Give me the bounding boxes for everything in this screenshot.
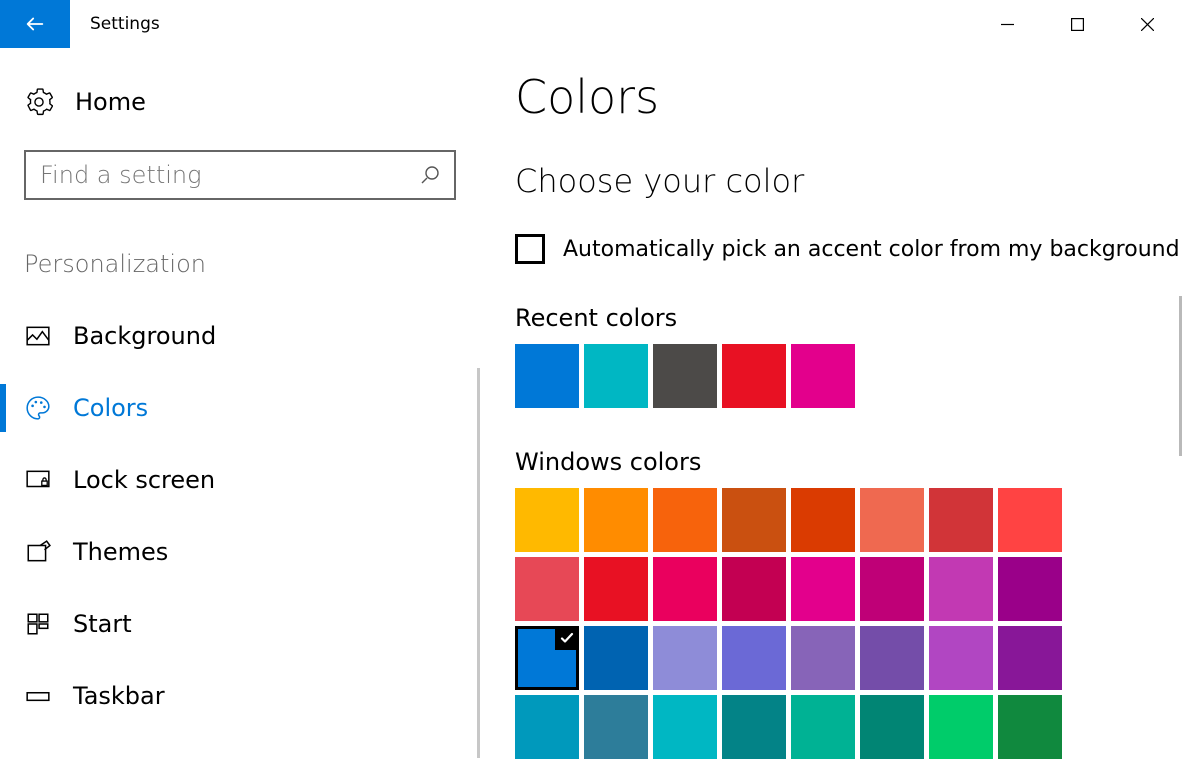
windows-color-swatch[interactable]: [584, 626, 648, 690]
search-input[interactable]: [40, 161, 420, 189]
windows-color-swatch[interactable]: [929, 695, 993, 759]
sidebar-section-label: Personalization: [0, 250, 480, 278]
recent-colors-row: [515, 344, 1075, 408]
windows-color-swatch[interactable]: [860, 557, 924, 621]
windows-color-swatch[interactable]: [515, 488, 579, 552]
windows-color-swatch[interactable]: [653, 695, 717, 759]
recent-color-swatch[interactable]: [584, 344, 648, 408]
windows-color-swatch[interactable]: [929, 488, 993, 552]
windows-color-swatch[interactable]: [998, 626, 1062, 690]
window-title: Settings: [70, 0, 160, 48]
recent-colors-label: Recent colors: [515, 304, 1182, 332]
page-title: Colors: [515, 70, 1182, 124]
sidebar-item-label: Start: [73, 610, 132, 638]
sidebar-scrollbar[interactable]: [477, 368, 480, 758]
sidebar-item-background[interactable]: Background: [0, 300, 480, 372]
main-content: Colors Choose your color Automatically p…: [480, 48, 1182, 774]
arrow-left-icon: [24, 13, 46, 35]
sidebar-item-label: Colors: [73, 394, 148, 422]
sidebar-item-start[interactable]: Start: [0, 588, 480, 660]
sidebar-item-themes[interactable]: Themes: [0, 516, 480, 588]
windows-colors-label: Windows colors: [515, 448, 1182, 476]
windows-color-swatch[interactable]: [860, 695, 924, 759]
auto-pick-row[interactable]: Automatically pick an accent color from …: [515, 234, 1182, 264]
windows-color-swatch[interactable]: [998, 488, 1062, 552]
recent-color-swatch[interactable]: [791, 344, 855, 408]
auto-pick-label: Automatically pick an accent color from …: [563, 237, 1180, 262]
sidebar: Home Personalization Background Colors Loc…: [0, 48, 480, 774]
windows-color-swatch[interactable]: [584, 557, 648, 621]
windows-color-swatch[interactable]: [584, 695, 648, 759]
checkmark-icon: [555, 626, 579, 650]
windows-color-swatch[interactable]: [515, 557, 579, 621]
sidebar-item-colors[interactable]: Colors: [0, 372, 480, 444]
title-bar: Settings: [0, 0, 1182, 48]
windows-color-swatch[interactable]: [860, 488, 924, 552]
section-subhead: Choose your color: [515, 162, 1182, 200]
windows-color-swatch[interactable]: [653, 626, 717, 690]
minimize-icon: [1001, 18, 1014, 31]
sidebar-item-label: Themes: [73, 538, 168, 566]
maximize-button[interactable]: [1042, 0, 1112, 48]
recent-color-swatch[interactable]: [653, 344, 717, 408]
minimize-button[interactable]: [972, 0, 1042, 48]
recent-color-swatch[interactable]: [722, 344, 786, 408]
windows-color-swatch[interactable]: [929, 626, 993, 690]
search-input-wrap[interactable]: [24, 150, 456, 200]
background-icon: [25, 323, 51, 349]
sidebar-item-label: Background: [73, 322, 216, 350]
sidebar-item-label: Taskbar: [73, 682, 165, 710]
recent-color-swatch[interactable]: [515, 344, 579, 408]
close-button[interactable]: [1112, 0, 1182, 48]
lockscreen-icon: [25, 467, 51, 493]
taskbar-icon: [25, 683, 51, 709]
maximize-icon: [1071, 18, 1084, 31]
windows-color-swatch[interactable]: [998, 557, 1062, 621]
window-controls: [972, 0, 1182, 48]
windows-color-swatch[interactable]: [515, 626, 579, 690]
windows-color-swatch[interactable]: [860, 626, 924, 690]
home-label: Home: [75, 88, 146, 116]
gear-icon: [25, 88, 53, 116]
windows-colors-grid: [515, 488, 1075, 759]
colors-icon: [25, 395, 51, 421]
back-button[interactable]: [0, 0, 70, 48]
windows-color-swatch[interactable]: [722, 488, 786, 552]
sidebar-item-label: Lock screen: [73, 466, 215, 494]
windows-color-swatch[interactable]: [722, 695, 786, 759]
windows-color-swatch[interactable]: [791, 557, 855, 621]
windows-color-swatch[interactable]: [653, 557, 717, 621]
windows-color-swatch[interactable]: [998, 695, 1062, 759]
sidebar-item-taskbar[interactable]: Taskbar: [0, 660, 480, 732]
windows-color-swatch[interactable]: [791, 488, 855, 552]
windows-color-swatch[interactable]: [791, 626, 855, 690]
windows-color-swatch[interactable]: [584, 488, 648, 552]
windows-color-swatch[interactable]: [791, 695, 855, 759]
sidebar-item-lockscreen[interactable]: Lock screen: [0, 444, 480, 516]
home-button[interactable]: Home: [0, 88, 480, 116]
windows-color-swatch[interactable]: [722, 557, 786, 621]
close-icon: [1141, 18, 1154, 31]
windows-color-swatch[interactable]: [653, 488, 717, 552]
themes-icon: [25, 539, 51, 565]
auto-pick-checkbox[interactable]: [515, 234, 545, 264]
start-icon: [25, 611, 51, 637]
windows-color-swatch[interactable]: [722, 626, 786, 690]
windows-color-swatch[interactable]: [929, 557, 993, 621]
search-icon: [420, 165, 440, 185]
windows-color-swatch[interactable]: [515, 695, 579, 759]
